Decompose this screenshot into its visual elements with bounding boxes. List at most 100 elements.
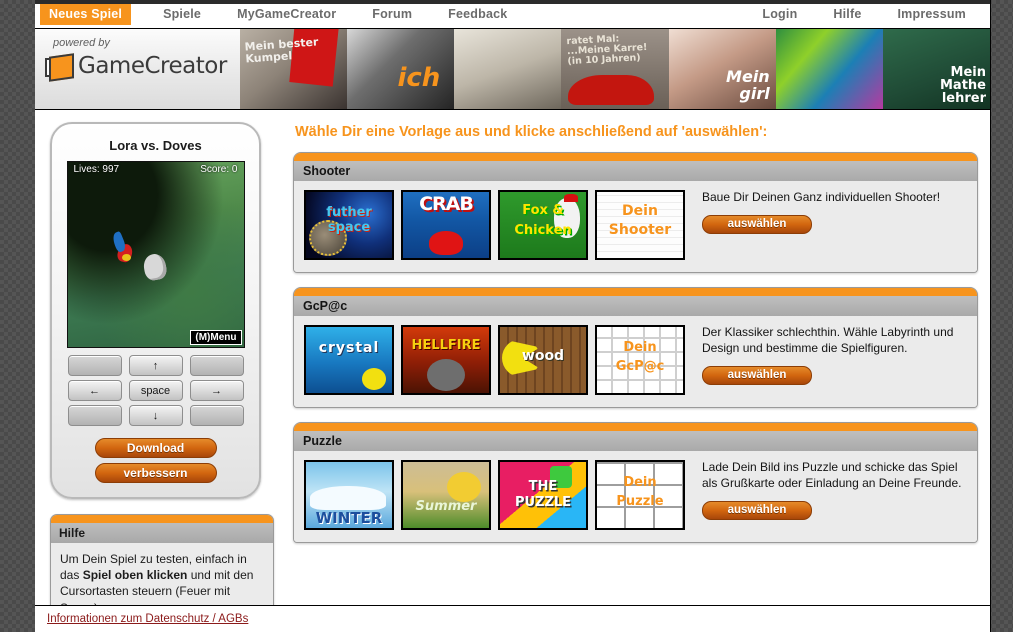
game-preview-panel: Lora vs. Doves Lives: 997 Score: 0 (M)Me… — [50, 122, 261, 499]
banner-photo-ich: ich — [347, 29, 455, 109]
nav-item-hilfe[interactable]: Hilfe — [833, 4, 861, 24]
improve-button[interactable]: verbessern — [94, 463, 217, 483]
category-title-shooter: Shooter — [294, 161, 977, 181]
template-thumb-winter[interactable]: WINTER — [304, 460, 394, 530]
nav-top-stripe — [35, 0, 990, 4]
category-description-text-gcpac: Der Klassiker schlechthin. Wähle Labyrin… — [702, 325, 954, 355]
game-menu-label[interactable]: (M)Menu — [190, 330, 242, 345]
banner-photo-kumpel: Mein bester Kumpel — [240, 29, 348, 109]
key-blank-topright[interactable] — [189, 355, 244, 376]
key-blank-bottomleft[interactable] — [67, 405, 122, 426]
template-thumb-futher-space[interactable]: futher space — [304, 190, 394, 260]
thumb-label-futher-space-2: space — [327, 220, 371, 235]
template-thumb-crystal[interactable]: crystal — [304, 325, 394, 395]
template-thumb-dein-puzzle[interactable]: Dein Puzzle — [595, 460, 685, 530]
parrot-sprite — [110, 230, 138, 264]
key-up[interactable]: ↑ — [128, 355, 183, 376]
nav-item-neues-spiel[interactable]: Neues Spiel — [40, 3, 132, 25]
template-thumb-the-puzzle[interactable]: THE PUZZLE — [498, 460, 588, 530]
select-button-shooter[interactable]: auswählen — [702, 214, 812, 234]
game-title: Lora vs. Doves — [109, 138, 202, 153]
thumb-label-puzzle: PUZZLE — [514, 495, 572, 510]
banner-photo-room — [454, 29, 562, 109]
download-button[interactable]: Download — [94, 438, 217, 458]
nav-item-feedback[interactable]: Feedback — [448, 4, 507, 24]
nav-item-mygamecreator[interactable]: MyGameCreator — [237, 4, 336, 24]
game-controls-pad: ↑ ← space → ↓ — [67, 355, 244, 426]
category-shooter: Shooter futher space CRAB Fox & Chicken … — [293, 152, 978, 273]
template-thumb-hellfire[interactable]: HELLFIRE — [401, 325, 491, 395]
thumb-label-crystal: crystal — [318, 340, 380, 356]
category-description-shooter: Baue Dir Deinen Ganz individuellen Shoot… — [702, 190, 967, 234]
category-accent-bar-gcpac — [294, 288, 977, 296]
main-column: Wähle Dir eine Vorlage aus und klicke an… — [293, 122, 978, 557]
thumb-label-hellfire: HELLFIRE — [411, 338, 481, 353]
lives-counter: Lives: 997 — [73, 164, 120, 175]
banner-photo-karre: ratet Mal: ...Meine Karre! (in 10 Jahren… — [561, 29, 669, 109]
category-title-puzzle: Puzzle — [294, 431, 977, 451]
thumb-label-fox: Fox & — [522, 203, 564, 218]
content-area: Lora vs. Doves Lives: 997 Score: 0 (M)Me… — [35, 110, 990, 627]
help-accent-bar — [51, 515, 273, 523]
game-stage[interactable]: Lives: 997 Score: 0 (M)Menu — [66, 161, 245, 348]
category-description-gcpac: Der Klassiker schlechthin. Wähle Labyrin… — [702, 325, 967, 385]
thumb-label-puzzle-2: Puzzle — [616, 494, 664, 509]
thumb-label-winter: WINTER — [315, 508, 383, 527]
template-thumb-dein-gcpac[interactable]: Dein GcP@c — [595, 325, 685, 395]
category-description-puzzle: Lade Dein Bild ins Puzzle und schicke da… — [702, 460, 967, 520]
top-navigation: Neues Spiel Spiele MyGameCreator Forum F… — [35, 0, 990, 29]
category-accent-bar-puzzle — [294, 423, 977, 431]
sidebar: Lora vs. Doves Lives: 997 Score: 0 (M)Me… — [50, 122, 280, 627]
brand-logo[interactable]: powered by GameCreator — [45, 37, 255, 82]
template-thumb-fox-chicken[interactable]: Fox & Chicken — [498, 190, 588, 260]
thumb-label-wood: wood — [521, 348, 565, 364]
brand-name: GameCreator — [78, 53, 227, 79]
page-root: Neues Spiel Spiele MyGameCreator Forum F… — [35, 0, 991, 632]
template-thumb-dein-shooter[interactable]: Dein Shooter — [595, 190, 685, 260]
key-down[interactable]: ↓ — [128, 405, 183, 426]
thumb-label-dein-gcpac: Dein — [623, 340, 657, 355]
thumb-label-futher-space: futher — [326, 205, 372, 220]
select-button-puzzle[interactable]: auswählen — [702, 500, 812, 520]
banner-caption-ich: ich — [397, 63, 441, 93]
dove-sprite — [141, 252, 168, 282]
key-space[interactable]: space — [128, 380, 183, 401]
select-button-gcpac[interactable]: auswählen — [702, 365, 812, 385]
thumb-label-summer: Summer — [415, 499, 477, 514]
nav-item-impressum[interactable]: Impressum — [898, 4, 967, 24]
powered-by-label: powered by — [53, 37, 110, 49]
help-box-title: Hilfe — [51, 523, 273, 543]
nav-item-login[interactable]: Login — [762, 4, 797, 24]
page-title: Wähle Dir eine Vorlage aus und klicke an… — [295, 124, 768, 140]
header-banner: powered by GameCreator Mein bester Kumpe… — [35, 29, 990, 110]
nav-item-forum[interactable]: Forum — [372, 4, 412, 24]
banner-caption-girl: Mein girl — [726, 67, 770, 104]
help-text-bold: Spiel oben klicken — [82, 568, 188, 583]
category-accent-bar-shooter — [294, 153, 977, 161]
thumb-label-dein-puzzle: Dein — [623, 475, 657, 490]
category-title-gcpac: GcP@c — [294, 296, 977, 316]
thumb-label-dein: Dein — [622, 203, 658, 219]
key-blank-topleft[interactable] — [67, 355, 122, 376]
nav-item-spiele[interactable]: Spiele — [163, 4, 201, 24]
banner-caption-mathelehrer: Mein Mathe lehrer — [939, 65, 986, 106]
key-left[interactable]: ← — [67, 380, 122, 401]
category-description-text-puzzle: Lade Dein Bild ins Puzzle und schicke da… — [702, 460, 962, 490]
template-thumb-summer[interactable]: Summer — [401, 460, 491, 530]
thumb-label-gcpac: GcP@c — [615, 359, 665, 374]
thumb-label-the: THE — [528, 479, 558, 494]
category-gcpac: GcP@c crystal HELLFIRE wood Dein GcP@c D… — [293, 287, 978, 408]
gamecreator-logo-icon — [45, 52, 74, 82]
score-counter: Score: 0 — [200, 164, 238, 175]
game-hud: Lives: 997 Score: 0 — [68, 164, 244, 175]
thumb-label-shooter: Shooter — [608, 222, 672, 238]
template-thumb-wood[interactable]: wood — [498, 325, 588, 395]
banner-photo-girl: Mein girl — [668, 29, 776, 109]
key-blank-bottomright[interactable] — [189, 405, 244, 426]
key-right[interactable]: → — [189, 380, 244, 401]
footer-privacy-link[interactable]: Informationen zum Datenschutz / AGBs — [47, 613, 248, 625]
banner-photo-mathelehrer: Mein Mathe lehrer — [882, 29, 990, 109]
thumb-label-crab: CRAB — [419, 193, 474, 215]
category-puzzle: Puzzle WINTER Summer THE PUZZLE Dein Puz… — [293, 422, 978, 543]
template-thumb-crab[interactable]: CRAB — [401, 190, 491, 260]
